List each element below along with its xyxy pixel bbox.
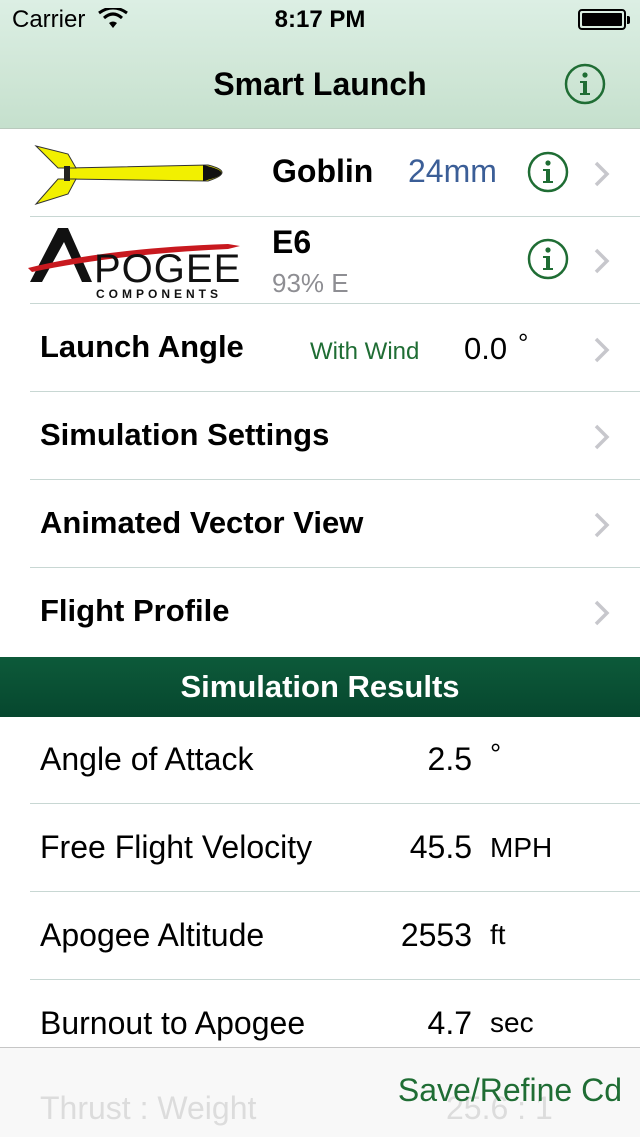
status-bar: Carrier 8:17 PM [0,0,640,40]
launch-angle-row[interactable]: Launch Angle With Wind 0.0 ° [0,304,640,392]
clock: 8:17 PM [274,6,366,33]
launch-angle-label: Launch Angle [40,329,244,364]
row-label: Animated Vector View [40,505,364,540]
chevron-right-icon [594,337,610,363]
rocket-size: 24mm [408,153,497,189]
chevron-right-icon [594,161,610,187]
result-unit: ft [490,919,506,950]
chevron-right-icon [594,600,610,626]
chevron-right-icon [594,248,610,274]
result-unit: ° [490,738,502,769]
launch-angle-value: 0.0 [464,331,508,366]
row-label: Flight Profile [40,593,230,628]
svg-text:COMPONENTS: COMPONENTS [96,287,222,300]
apogee-logo: POGEE COMPONENTS [28,218,244,300]
result-value: 2.5 [427,741,472,777]
battery-icon [578,9,630,30]
result-value: 2553 [400,917,472,953]
rocket-info-icon[interactable] [527,151,569,193]
result-value: 4.7 [427,1005,472,1041]
rocket-name: Goblin [272,153,374,189]
launch-angle-mode: With Wind [310,338,420,365]
save-refine-cd-button[interactable]: Save/Refine Cd [398,1072,622,1109]
result-label: Burnout to Apogee [40,1005,306,1041]
simulation-settings-row[interactable]: Simulation Settings [0,392,640,480]
page-title: Smart Launch [213,66,427,102]
info-icon[interactable] [564,63,606,105]
result-label: Angle of Attack [40,741,254,777]
result-label: Free Flight Velocity [40,829,313,865]
result-row: Angle of Attack 2.5 ° [0,716,640,804]
launch-angle-unit: ° [518,328,529,358]
flight-profile-row[interactable]: Flight Profile [0,568,640,656]
result-unit: sec [490,1007,534,1038]
section-header: Simulation Results [0,657,640,717]
motor-detail: 93% E [272,268,349,298]
result-unit: MPH [490,832,553,863]
svg-text:POGEE: POGEE [94,247,241,291]
result-row: Free Flight Velocity 45.5 MPH [0,804,640,892]
result-value: 45.5 [409,829,472,865]
motor-name: E6 [272,224,312,260]
result-row: Apogee Altitude 2553 ft [0,892,640,980]
chevron-right-icon [594,512,610,538]
animated-vector-view-row[interactable]: Animated Vector View [0,480,640,568]
rocket-image [34,145,223,206]
motor-info-icon[interactable] [527,238,569,280]
result-label: Apogee Altitude [40,917,265,953]
result-label-obscured: Thrust : Weight [40,1090,257,1126]
chevron-right-icon [594,424,610,450]
row-label: Simulation Settings [40,417,330,452]
